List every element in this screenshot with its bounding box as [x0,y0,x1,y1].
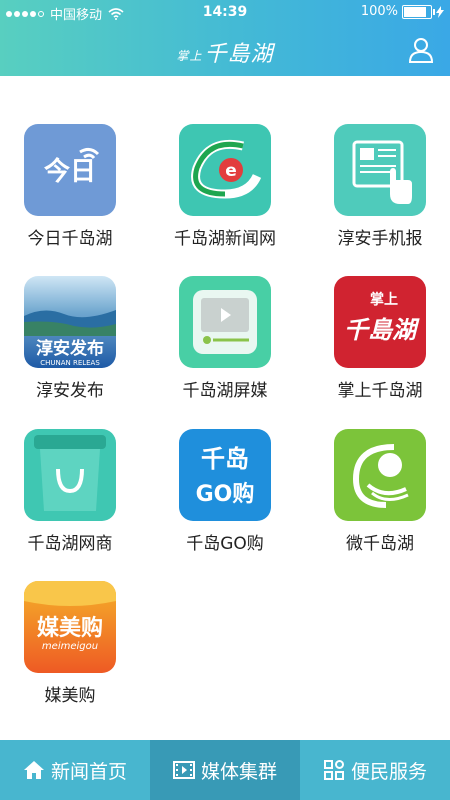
app-label: 微千岛湖 [346,534,414,554]
app-label: 掌上千岛湖 [337,381,423,401]
charging-icon [436,5,444,18]
wei-logo-icon [334,429,426,521]
app-news-net[interactable]: e 千岛湖新闻网 [155,112,295,252]
shopping-bag-icon [24,429,116,521]
chunan-icon-text: 淳安发布 [36,338,104,359]
app-wei[interactable]: 微千岛湖 [310,417,450,557]
app-label: 千岛湖屏媒 [182,381,268,401]
tab-label: 新闻首页 [50,760,127,783]
app-label: 淳安手机报 [337,229,423,249]
zhangshang-icon-text: 千島湖 [344,315,420,344]
battery-icon [402,4,435,19]
app-phone-paper[interactable]: 淳安手机报 [310,112,450,252]
app-label: 千岛湖新闻网 [174,229,276,249]
top-bar: 中国移动 14:39 100% 掌上千島湖 [0,0,450,76]
tab-bar: 新闻首页 媒体集群 便民服务 [0,740,450,800]
app-zhangshang[interactable]: 掌上 千島湖 掌上千岛湖 [310,264,450,404]
meimeigou-icon-text: 媒美购 [37,615,103,641]
app-title: 掌上千島湖 [0,36,450,68]
tab-media-cluster[interactable]: 媒体集群 [150,740,300,800]
app-meimeigou[interactable]: 媒美购 meimeigou 媒美购 [0,569,140,709]
zhangshang-icon-sub: 掌上 [370,291,398,308]
user-icon[interactable] [408,37,434,63]
app-screen-media[interactable]: 千岛湖屏媒 [155,264,295,404]
grid-icon [323,760,344,780]
app-label: 淳安发布 [36,381,104,401]
chunan-icon-sub: CHUNAN RELEAS [40,359,100,367]
zhangshang-logo-icon: 掌上 千島湖 [334,276,426,368]
app-title-small: 掌上 [176,48,203,63]
film-icon [172,761,195,779]
app-label: 媒美购 [44,686,96,706]
jinri-icon-text: 今日 [44,156,96,187]
tab-services[interactable]: 便民服务 [300,740,450,800]
phone-paper-icon [334,124,426,216]
nav-bar: 掌上千島湖 [0,24,450,76]
app-jinri[interactable]: 今日 今日千岛湖 [0,112,140,252]
go-icon-text: 千岛 [201,445,249,473]
jinri-icon: 今日 [24,124,116,216]
go-shop-icon: 千岛 GO购 [179,429,271,521]
news-e-icon: e [179,124,271,216]
app-label: 今日千岛湖 [27,229,113,249]
video-screen-icon [179,276,271,368]
tab-label: 便民服务 [350,760,427,783]
app-label: 千岛湖网商 [27,534,113,554]
app-wangshang[interactable]: 千岛湖网商 [0,417,140,557]
app-label: 千岛GO购 [186,534,264,554]
status-bar: 中国移动 14:39 100% [0,0,450,24]
app-chunan-release[interactable]: 淳安发布 CHUNAN RELEAS 淳安发布 [0,264,140,404]
go-icon-sub: GO购 [196,481,255,507]
app-title-main: 千島湖 [204,42,274,67]
meimeigou-icon-sub: meimeigou [42,641,98,652]
app-go-shop[interactable]: 千岛 GO购 千岛GO购 [155,417,295,557]
chunan-release-icon: 淳安发布 CHUNAN RELEAS [24,276,116,368]
meimeigou-icon: 媒美购 meimeigou [24,581,116,673]
tab-label: 媒体集群 [200,760,277,783]
battery-percent: 100% [360,4,398,19]
tab-news-home[interactable]: 新闻首页 [0,740,150,800]
news-e-icon-text: e [225,161,237,181]
home-icon [23,761,44,779]
